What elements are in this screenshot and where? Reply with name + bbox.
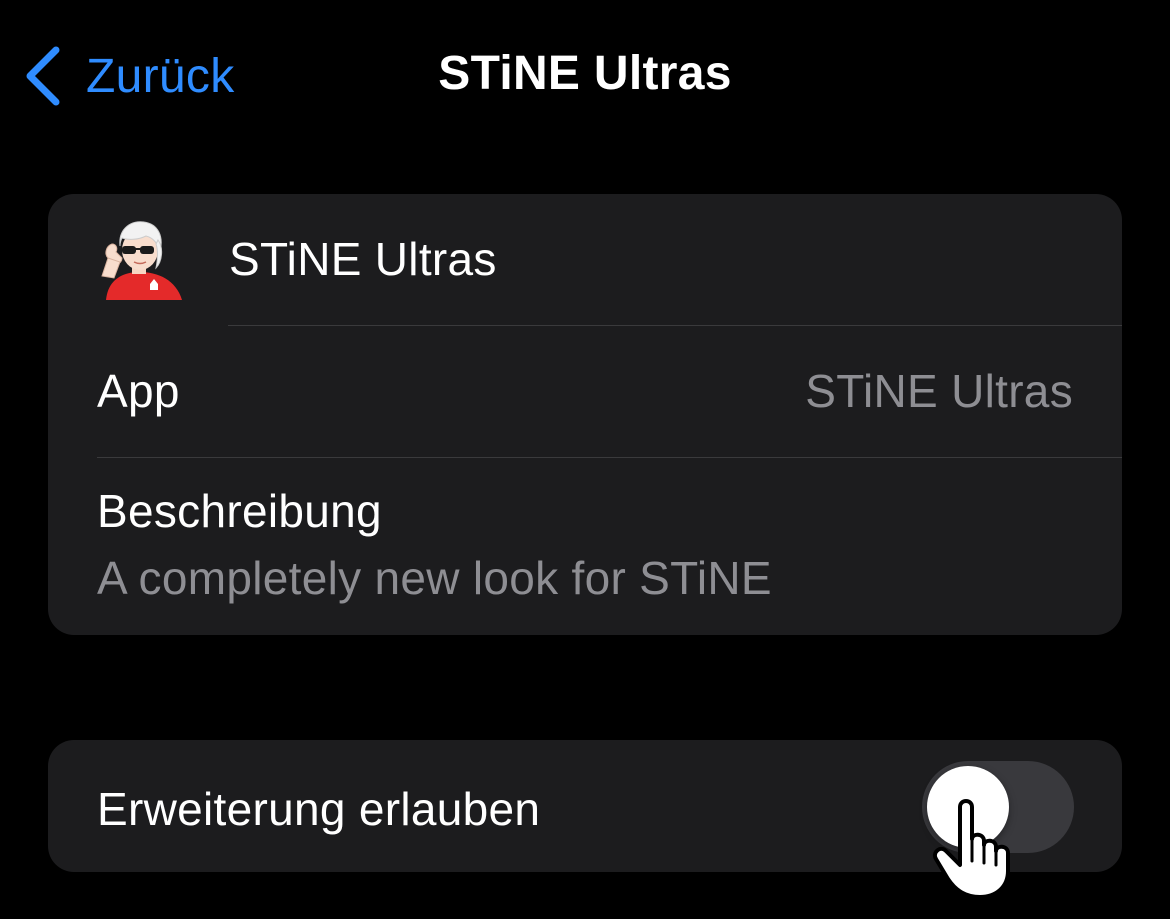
description-row: Beschreibung A completely new look for S… bbox=[48, 458, 1122, 635]
allow-extension-label: Erweiterung erlauben bbox=[97, 783, 541, 835]
app-label: App bbox=[97, 365, 180, 417]
stine-ultras-avatar-icon bbox=[101, 221, 182, 300]
extension-header-row: STiNE Ultras bbox=[48, 194, 1122, 325]
description-value: A completely new look for STiNE bbox=[97, 552, 772, 604]
description-label: Beschreibung bbox=[97, 485, 382, 537]
page-title: STiNE Ultras bbox=[438, 47, 732, 100]
extension-info-card: STiNE Ultras App STiNE Ultras Beschreibu… bbox=[48, 194, 1122, 635]
navigation-bar: Zurück STiNE Ultras bbox=[0, 0, 1170, 150]
app-row: App STiNE Ultras bbox=[48, 326, 1122, 457]
pointer-hand-cursor-icon bbox=[933, 799, 1010, 899]
app-value: STiNE Ultras bbox=[805, 365, 1073, 417]
extension-name: STiNE Ultras bbox=[229, 233, 497, 285]
